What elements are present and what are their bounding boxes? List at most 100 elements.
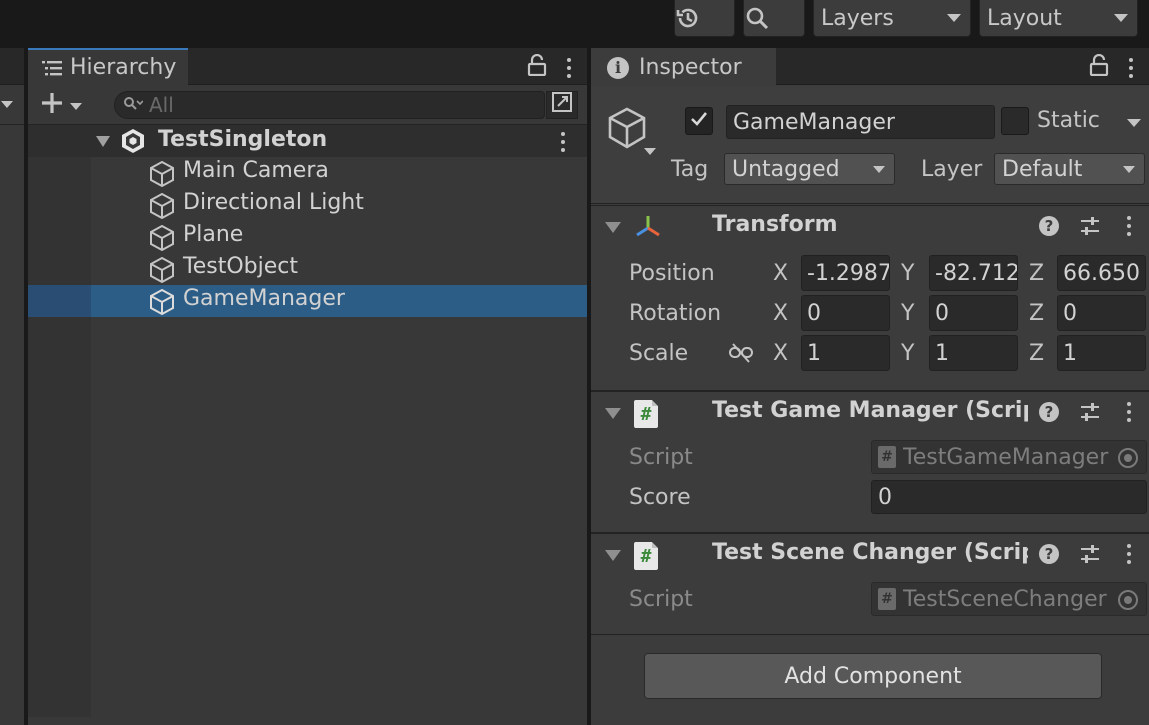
hierarchy-item-label: TestObject: [183, 254, 298, 279]
position-z-field[interactable]: 66.650: [1057, 255, 1146, 291]
help-icon[interactable]: ?: [1039, 216, 1059, 236]
help-icon[interactable]: ?: [1039, 544, 1059, 564]
script-object-field[interactable]: # TestSceneChanger: [871, 582, 1147, 616]
transform-axes-icon: [634, 214, 662, 246]
chevron-down-icon: [70, 102, 82, 110]
add-component-button[interactable]: Add Component: [644, 653, 1102, 699]
hierarchy-toolbar: [28, 85, 587, 125]
selection-gutter: [28, 285, 91, 317]
scale-y-field[interactable]: 1: [929, 335, 1018, 371]
hierarchy-item-main-camera[interactable]: Main Camera: [28, 157, 587, 189]
rotation-x-label: X: [773, 301, 789, 326]
script-object-field[interactable]: # TestGameManager: [871, 440, 1147, 474]
position-x-label: X: [773, 261, 789, 286]
tab-inspector-label: Inspector: [639, 55, 742, 80]
chevron-down-icon[interactable]: [644, 148, 656, 155]
position-x-field[interactable]: -1.2987: [801, 255, 890, 291]
scene-visibility-button[interactable]: [546, 91, 578, 119]
object-picker-icon[interactable]: [1118, 590, 1138, 610]
presets-icon[interactable]: [1079, 543, 1101, 571]
tag-value: Untagged: [732, 156, 840, 182]
more-options-icon[interactable]: [1125, 216, 1133, 236]
active-checkbox[interactable]: [685, 107, 713, 135]
inspector-panel: i Inspector GameManager Static Tag Untag…: [591, 48, 1149, 725]
transform-component: Transform ? Position X -1.2987 Y -82.712…: [591, 205, 1149, 391]
scene-row[interactable]: TestSingleton: [28, 125, 587, 157]
presets-icon[interactable]: [1079, 401, 1101, 429]
layer-dropdown[interactable]: Default: [994, 153, 1145, 185]
layers-dropdown[interactable]: Layers: [813, 0, 971, 37]
hierarchy-item-label: Plane: [183, 222, 244, 247]
rotation-z-field[interactable]: 0: [1057, 295, 1146, 331]
rotation-x-field[interactable]: 0: [801, 295, 890, 331]
history-button[interactable]: [674, 0, 735, 37]
hierarchy-item-testobject[interactable]: TestObject: [28, 253, 587, 285]
help-icon[interactable]: ?: [1039, 402, 1059, 422]
fold-arrow-icon[interactable]: [96, 136, 110, 147]
tab-inspector[interactable]: i Inspector: [591, 48, 776, 85]
more-options-icon[interactable]: [1125, 544, 1133, 564]
layers-label: Layers: [821, 5, 894, 31]
component-title: Test Scene Changer (Script): [712, 540, 1028, 565]
gameobject-cube-icon[interactable]: [605, 106, 649, 156]
scene-view-panel-edge: [0, 48, 24, 725]
position-y-field[interactable]: -82.712: [929, 255, 1018, 291]
more-options-icon[interactable]: [565, 58, 573, 78]
scale-z-label: Z: [1029, 341, 1045, 366]
test-scene-changer-component: # Test Scene Changer (Script) ? Script #…: [591, 533, 1149, 635]
hierarchy-item-gamemanager[interactable]: GameManager: [28, 285, 587, 317]
plus-icon: [40, 91, 64, 121]
info-icon: i: [607, 56, 629, 79]
hierarchy-item-plane[interactable]: Plane: [28, 221, 587, 253]
lock-icon[interactable]: [1089, 53, 1109, 82]
fold-arrow-icon[interactable]: [605, 550, 621, 561]
more-options-icon[interactable]: [559, 132, 567, 152]
object-name-field[interactable]: GameManager: [726, 105, 995, 139]
tag-dropdown[interactable]: Untagged: [724, 153, 895, 185]
score-field[interactable]: 0: [871, 480, 1147, 514]
position-z-label: Z: [1029, 261, 1045, 286]
main-toolbar: Layers Layout: [0, 0, 1149, 42]
scale-z-field[interactable]: 1: [1057, 335, 1146, 371]
inspector-tabbar: i Inspector: [591, 48, 1149, 85]
scale-label: Scale: [629, 341, 689, 366]
position-label: Position: [629, 261, 715, 286]
test-scene-changer-header[interactable]: # Test Scene Changer (Script) ?: [591, 533, 1149, 573]
layout-dropdown[interactable]: Layout: [979, 0, 1138, 37]
checkmark-icon: [689, 109, 709, 134]
search-button[interactable]: [743, 0, 805, 37]
transform-header[interactable]: Transform ?: [591, 205, 1149, 245]
search-filter-icon: [123, 93, 144, 118]
object-picker-icon[interactable]: [1118, 448, 1138, 468]
create-button[interactable]: [40, 91, 82, 121]
test-game-manager-header[interactable]: # Test Game Manager (Script) ?: [591, 391, 1149, 431]
fold-arrow-icon[interactable]: [605, 222, 621, 233]
tab-hierarchy-label: Hierarchy: [70, 55, 177, 80]
scale-x-field[interactable]: 1: [801, 335, 890, 371]
script-label: Script: [629, 587, 693, 612]
hierarchy-item-directional-light[interactable]: Directional Light: [28, 189, 587, 221]
fold-arrow-icon[interactable]: [605, 408, 621, 419]
tabbar-actions: [527, 53, 573, 82]
hierarchy-search-field[interactable]: [114, 91, 545, 119]
hierarchy-item-label: GameManager: [183, 286, 345, 311]
scale-x-label: X: [773, 341, 789, 366]
tab-hierarchy[interactable]: Hierarchy: [28, 48, 189, 85]
scale-y-label: Y: [901, 341, 915, 366]
hierarchy-search-input[interactable]: [149, 93, 529, 117]
chevron-down-icon[interactable]: [1, 101, 13, 108]
rotation-label: Rotation: [629, 301, 722, 326]
expand-icon: [551, 91, 573, 119]
static-checkbox[interactable]: [1001, 107, 1029, 135]
presets-icon[interactable]: [1079, 215, 1101, 243]
chevron-down-icon: [947, 14, 961, 22]
static-dropdown-chevron-icon[interactable]: [1127, 119, 1141, 127]
history-icon: [675, 5, 701, 31]
tabbar-actions: [1089, 53, 1135, 82]
hierarchy-item-label: Directional Light: [183, 190, 364, 215]
more-options-icon[interactable]: [1127, 58, 1135, 78]
unlinked-scale-icon[interactable]: [728, 342, 754, 370]
rotation-y-field[interactable]: 0: [929, 295, 1018, 331]
lock-icon[interactable]: [527, 53, 547, 82]
more-options-icon[interactable]: [1125, 402, 1133, 422]
